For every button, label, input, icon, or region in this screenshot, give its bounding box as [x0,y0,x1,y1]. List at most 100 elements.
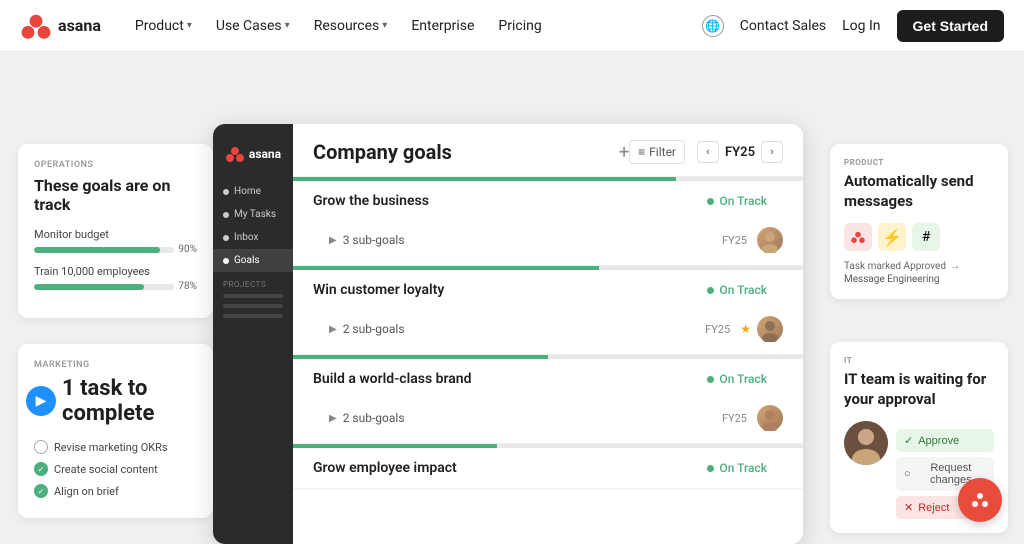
circle-icon: ○ [904,468,911,480]
asana-integration-icon [844,223,872,251]
nav-product[interactable]: Product ▾ [125,12,202,40]
blue-arrow-icon: ▶ [26,386,56,416]
sidebar-section-projects: Projects [213,272,293,291]
check-icon: ✓ [904,434,913,447]
goal-sub-row-2[interactable]: ▶ 2 sub-goals FY25 ★ [293,310,803,354]
left-card-title: These goals are on track [34,176,197,214]
filter-button[interactable]: ≡ Filter [629,140,685,164]
task-count: 1 task to complete [62,376,197,426]
goal-row-3[interactable]: Build a world-class brand On Track [293,359,803,399]
modal-title: Company goals [313,140,611,164]
use-cases-chevron-icon: ▾ [285,20,290,31]
message-engineering-label: Message Engineering [844,274,994,285]
progress-pct-2: 78% [178,281,197,292]
year-nav: ‹ FY25 › [697,141,783,163]
sidebar-item-inbox[interactable]: Inbox [213,226,293,249]
nav-links: Product ▾ Use Cases ▾ Resources ▾ Enterp… [125,12,702,40]
sidebar-item-goals[interactable]: Goals [213,249,293,272]
filter-icon: ≡ [638,145,645,159]
goal-item-4: Grow employee impact On Track [293,444,803,489]
contact-sales-link[interactable]: Contact Sales [740,18,826,34]
goal-name-4: Grow employee impact [313,460,707,476]
slack-icon: # [912,223,940,251]
lower-left-label: MARKETING [34,360,197,370]
nav-logo[interactable]: asana [20,10,101,42]
task-approved-text: Task marked Approved [844,261,946,272]
goal-status-3: On Track [707,372,767,386]
sidebar-project-3 [223,314,283,318]
list-item: ✓ Create social content [34,458,197,480]
goal-status-4: On Track [707,461,767,475]
company-goals-modal: asana Home My Tasks Inbox Goals Projects [213,124,803,544]
goal-sub-label-1: 3 sub-goals [343,233,722,247]
right-card-it-label: IT [844,356,994,365]
goal-row-1[interactable]: Grow the business On Track [293,181,803,221]
product-chevron-icon: ▾ [187,20,192,31]
task-list: Revise marketing OKRs ✓ Create social co… [34,436,197,502]
approve-button[interactable]: ✓ Approve [896,429,994,452]
progress-pct-1: 90% [178,244,197,255]
sidebar-dot-icon [223,189,229,195]
sidebar-dot-icon [223,212,229,218]
goal-year-1: FY25 [722,234,747,247]
sidebar-project-1 [223,294,283,298]
fab-button[interactable] [958,478,1002,522]
goal-sub-label-2: 2 sub-goals [343,322,705,336]
right-card-product-label: PRODUCT [844,158,994,167]
arrow-right-icon: → [950,261,960,272]
sidebar-dot-icon [223,258,229,264]
sidebar-logo: asana [215,136,291,172]
log-in-link[interactable]: Log In [842,18,880,34]
progress-bar-2 [34,284,144,290]
goal-item-1: Grow the business On Track ▶ 3 sub-goals… [293,177,803,266]
sidebar-logo-text: asana [249,147,281,161]
task-label-2: Create social content [54,463,158,476]
task-label-3: Align on brief [54,485,119,498]
modal-main-content: Company goals + ≡ Filter ‹ FY25 › [293,124,803,544]
goal-status-2: On Track [707,283,767,297]
goal-item-3: Build a world-class brand On Track ▶ 2 s… [293,355,803,444]
goal-name-2: Win customer loyalty [313,282,707,298]
progress-bar-1 [34,247,160,253]
integration-icons: ⚡ # [844,223,994,251]
avatar-3 [757,405,783,431]
goal-name-3: Build a world-class brand [313,371,707,387]
status-dot-icon [707,287,714,294]
task-label-1: Revise marketing OKRs [54,441,168,454]
goals-list: Grow the business On Track ▶ 3 sub-goals… [293,177,803,544]
expand-icon: ▶ [329,324,337,335]
left-card-label: OPERATIONS [34,160,197,170]
lower-left-card: MARKETING ▶ 1 task to complete Revise ma… [18,344,213,518]
nav-resources[interactable]: Resources ▾ [304,12,398,40]
goal-sub-label-3: 2 sub-goals [343,411,722,425]
asana-fab-icon [970,490,990,510]
header-actions: ≡ Filter ‹ FY25 › [629,140,783,164]
add-goal-button[interactable]: + [619,142,629,163]
globe-icon[interactable]: 🌐 [702,15,724,37]
goal-row-2[interactable]: Win customer loyalty On Track [293,270,803,310]
task-approved-row: Task marked Approved → [844,261,994,272]
bolt-icon: ⚡ [878,223,906,251]
goal-row-4[interactable]: Grow employee impact On Track [293,448,803,488]
task-checkbox-open [34,440,48,454]
next-year-button[interactable]: › [761,141,783,163]
star-icon: ★ [740,322,751,336]
goal-sub-row-1[interactable]: ▶ 3 sub-goals FY25 [293,221,803,265]
left-goals-card: OPERATIONS These goals are on track Moni… [18,144,213,318]
progress-item-1: Monitor budget 90% [34,228,197,255]
right-card-top-title: Automatically send messages [844,172,994,211]
sidebar-item-my-tasks[interactable]: My Tasks [213,203,293,226]
nav-use-cases[interactable]: Use Cases ▾ [206,12,300,40]
nav-pricing[interactable]: Pricing [488,12,551,40]
modal-header: Company goals + ≡ Filter ‹ FY25 › [293,124,803,177]
goal-status-1: On Track [707,194,767,208]
goal-sub-row-3[interactable]: ▶ 2 sub-goals FY25 [293,399,803,443]
goal-item-2: Win customer loyalty On Track ▶ 2 sub-go… [293,266,803,355]
get-started-button[interactable]: Get Started [897,10,1004,42]
prev-year-button[interactable]: ‹ [697,141,719,163]
sidebar-item-home[interactable]: Home [213,180,293,203]
navbar: asana Product ▾ Use Cases ▾ Resources ▾ … [0,0,1024,52]
avatar-2 [757,316,783,342]
nav-enterprise[interactable]: Enterprise [401,12,484,40]
list-item: Revise marketing OKRs [34,436,197,458]
